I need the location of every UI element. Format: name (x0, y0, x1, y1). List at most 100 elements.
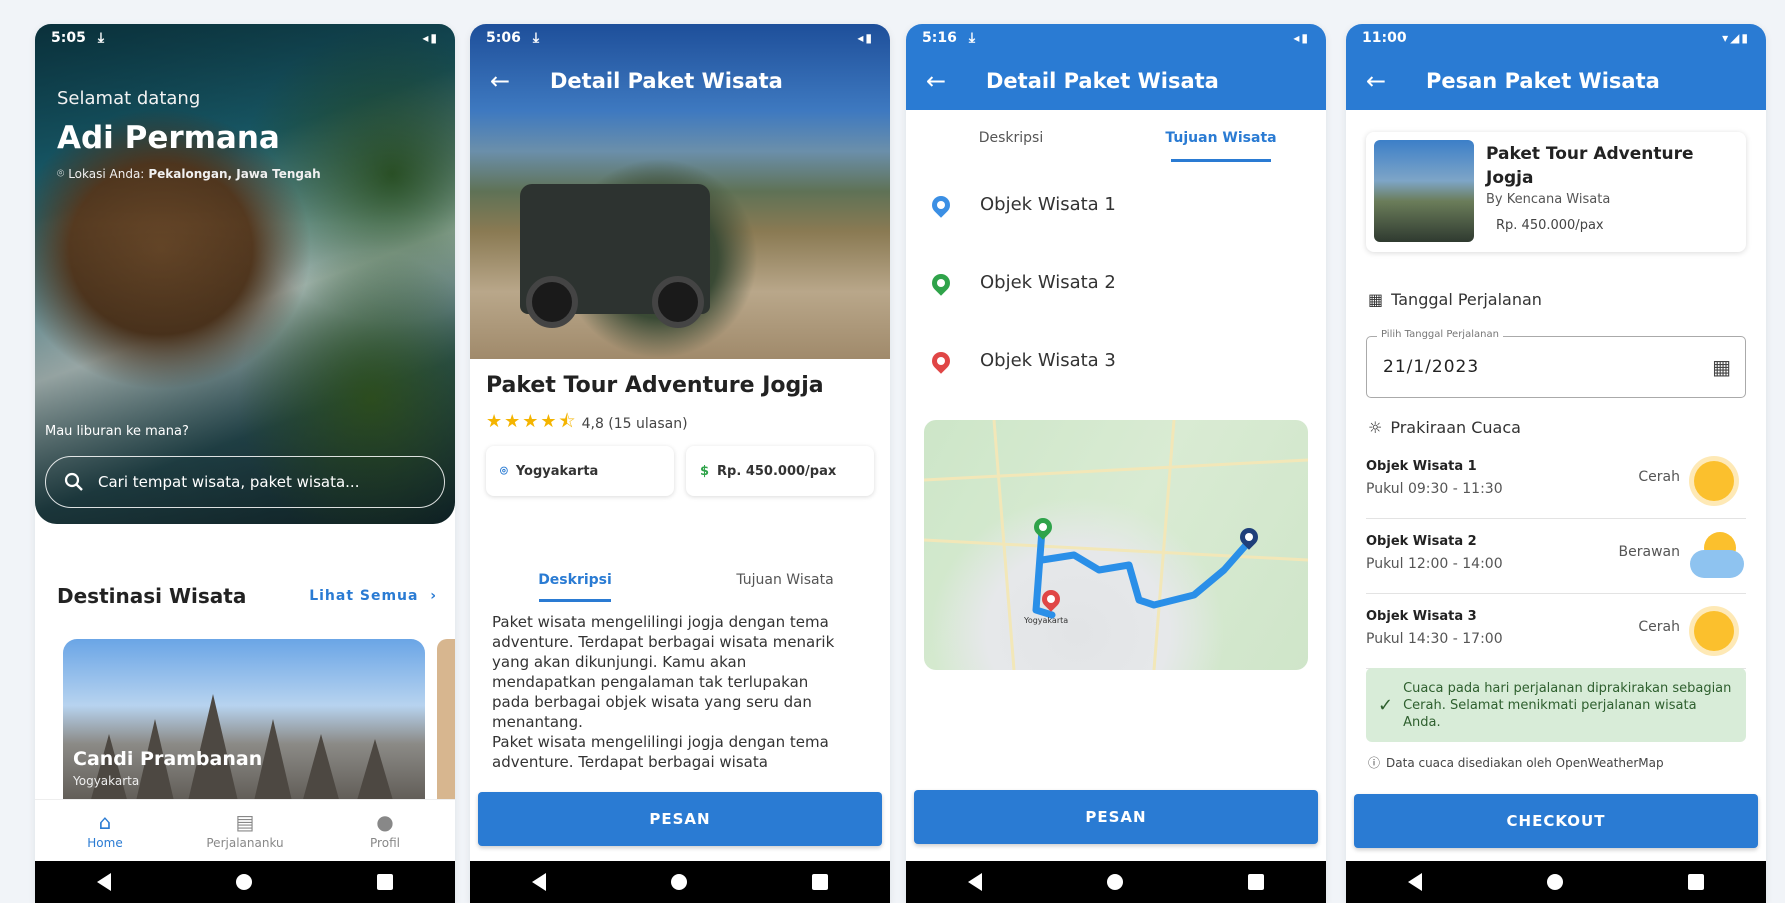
weather-condition: Cerah (1638, 469, 1680, 485)
weather-info-text: Cuaca pada hari perjalanan diprakirakan … (1403, 680, 1732, 730)
price-text: Rp. 450.000/pax (717, 463, 837, 479)
detail-tabs: Deskripsi Tujuan Wisata (470, 552, 890, 608)
check-circle-icon: ✓ (1378, 694, 1394, 716)
route-map[interactable]: Yogyakarta (924, 420, 1308, 670)
weather-row: Objek Wisata 1 Pukul 09:30 - 11:30 Cerah (1366, 449, 1746, 519)
see-all-link[interactable]: Lihat Semua › (309, 588, 437, 604)
nav-home-circle-icon[interactable] (235, 874, 252, 890)
calendar-icon: ▦ (1368, 290, 1384, 309)
destination-item[interactable]: Objek Wisata 3 (928, 347, 1116, 374)
search-icon (64, 472, 83, 491)
status-bar: 5:06 ⤓ ◂▮ (470, 24, 890, 52)
order-button[interactable]: PESAN (478, 792, 882, 846)
status-time: 5:06 (486, 30, 521, 46)
battery-icon: ◂▮ (422, 31, 439, 45)
map-city-label: Yogyakarta (1024, 616, 1069, 625)
nav-recents-icon[interactable] (1687, 874, 1704, 890)
package-provider: By Kencana Wisata (1486, 192, 1611, 207)
nav-trips[interactable]: ▤ Perjalananku (190, 812, 300, 850)
status-bar: 11:00 ▾◢▮ (1346, 24, 1766, 52)
date-section-label: ▦ Tanggal Perjalanan (1368, 290, 1542, 309)
nav-profile[interactable]: ● Profil (330, 812, 440, 850)
sun-outline-icon: ☼ (1368, 418, 1383, 437)
tab-destinations[interactable]: Tujuan Wisata (680, 552, 890, 608)
destination-label: Objek Wisata 2 (980, 272, 1116, 293)
weather-credit-text: Data cuaca disediakan oleh OpenWeatherMa… (1386, 755, 1664, 770)
section-title: Destinasi Wisata (57, 584, 247, 608)
tab-destinations[interactable]: Tujuan Wisata (1116, 110, 1326, 166)
weather-section-label: ☼ Prakiraan Cuaca (1368, 418, 1521, 437)
tab-description[interactable]: Deskripsi (470, 552, 680, 608)
calendar-picker-icon[interactable]: ▦ (1712, 355, 1731, 379)
weather-place: Objek Wisata 3 (1366, 609, 1477, 624)
user-location: ⌾ Lokasi Anda: Pekalongan, Jawa Tengah (57, 166, 321, 181)
search-placeholder: Cari tempat wisata, paket wisata... (98, 473, 360, 491)
system-nav-bar (470, 861, 890, 903)
weather-place: Objek Wisata 2 (1366, 534, 1477, 549)
destination-region: Yogyakarta (73, 774, 140, 788)
date-field[interactable]: Pilih Tanggal Perjalanan 21/1/2023 ▦ (1366, 329, 1746, 398)
detail-screen: 5:06 ⤓ ◂▮ ← Detail Paket Wisata Paket To… (470, 24, 890, 903)
destination-item[interactable]: Objek Wisata 1 (928, 191, 1116, 218)
package-card: Paket Tour Adventure Jogja By Kencana Wi… (1366, 132, 1746, 252)
nav-home[interactable]: ⌂ Home (50, 812, 160, 850)
app-bar: ← Pesan Paket Wisata (1346, 52, 1766, 110)
nav-recents-icon[interactable] (811, 874, 828, 890)
package-thumbnail (1374, 140, 1474, 242)
search-input[interactable]: Cari tempat wisata, paket wisata... (45, 456, 445, 508)
user-name: Adi Permana (57, 120, 280, 156)
back-arrow-icon[interactable]: ← (490, 67, 534, 95)
page-title: Pesan Paket Wisata (1426, 69, 1660, 93)
destinations-screen: 5:16 ⤓ ◂▮ ← Detail Paket Wisata Deskrips… (906, 24, 1326, 903)
nav-back-icon[interactable] (1408, 873, 1423, 891)
package-title: Paket Tour Adventure Jogja (486, 373, 824, 398)
nav-recents-icon[interactable] (1247, 874, 1264, 890)
package-name: Paket Tour Adventure Jogja (1486, 144, 1694, 188)
app-bar: ← Detail Paket Wisata (906, 52, 1326, 110)
weather-condition: Berawan (1618, 544, 1680, 560)
nav-back-icon[interactable] (968, 873, 983, 891)
destination-card[interactable]: Candi Prambanan Yogyakarta (63, 639, 425, 814)
map-pin-icon (928, 347, 954, 374)
rating: ★★★★⯪ 4,8 (15 ulasan) (486, 409, 688, 439)
nav-back-icon[interactable] (532, 873, 547, 891)
chevron-right-icon: › (424, 588, 437, 604)
sun-icon (1694, 461, 1734, 501)
order-button[interactable]: PESAN (914, 790, 1318, 844)
nav-home-label: Home (87, 835, 123, 850)
back-arrow-icon[interactable]: ← (926, 67, 970, 95)
detail-tabs: Deskripsi Tujuan Wisata (906, 110, 1326, 166)
system-nav-bar (1346, 861, 1766, 903)
info-icon: ⓘ (1368, 756, 1381, 770)
location-prefix: Lokasi Anda: (68, 166, 145, 181)
back-arrow-icon[interactable]: ← (1366, 67, 1410, 95)
nav-back-icon[interactable] (97, 873, 112, 891)
nav-trips-label: Perjalananku (206, 835, 284, 850)
nav-home-circle-icon[interactable] (1106, 874, 1123, 890)
destination-label: Objek Wisata 1 (980, 194, 1116, 215)
person-icon: ● (376, 809, 394, 834)
bottom-navigation: ⌂ Home ▤ Perjalananku ● Profil (35, 799, 455, 861)
destination-label: Objek Wisata 3 (980, 350, 1116, 371)
greeting: Selamat datang (57, 88, 201, 109)
nav-home-circle-icon[interactable] (1546, 874, 1563, 890)
nav-home-circle-icon[interactable] (670, 874, 687, 890)
see-all-label: Lihat Semua (309, 588, 419, 604)
download-icon: ⤓ (968, 30, 976, 46)
destination-name: Candi Prambanan (73, 748, 263, 770)
tab-description[interactable]: Deskripsi (906, 110, 1116, 166)
battery-icon: ◂▮ (857, 31, 874, 45)
system-nav-bar (906, 861, 1326, 903)
home-screen: 5:05 ⤓ ◂▮ Selamat datang Adi Permana ⌾ L… (35, 24, 455, 903)
home-icon: ⌂ (98, 809, 112, 834)
jeep-illustration (520, 184, 710, 328)
location-pin-icon: ⌾ (57, 166, 65, 180)
checkout-button[interactable]: CHECKOUT (1354, 794, 1758, 848)
page-title: Detail Paket Wisata (986, 69, 1219, 93)
destination-item[interactable]: Objek Wisata 2 (928, 269, 1116, 296)
star-rating-icon: ★★★★⯪ (486, 411, 578, 432)
nav-recents-icon[interactable] (376, 874, 393, 890)
weather-credit: ⓘ Data cuaca disediakan oleh OpenWeather… (1368, 754, 1664, 771)
weather-info-box: ✓ Cuaca pada hari perjalanan diprakiraka… (1366, 668, 1746, 742)
next-destination-card[interactable] (437, 639, 455, 814)
